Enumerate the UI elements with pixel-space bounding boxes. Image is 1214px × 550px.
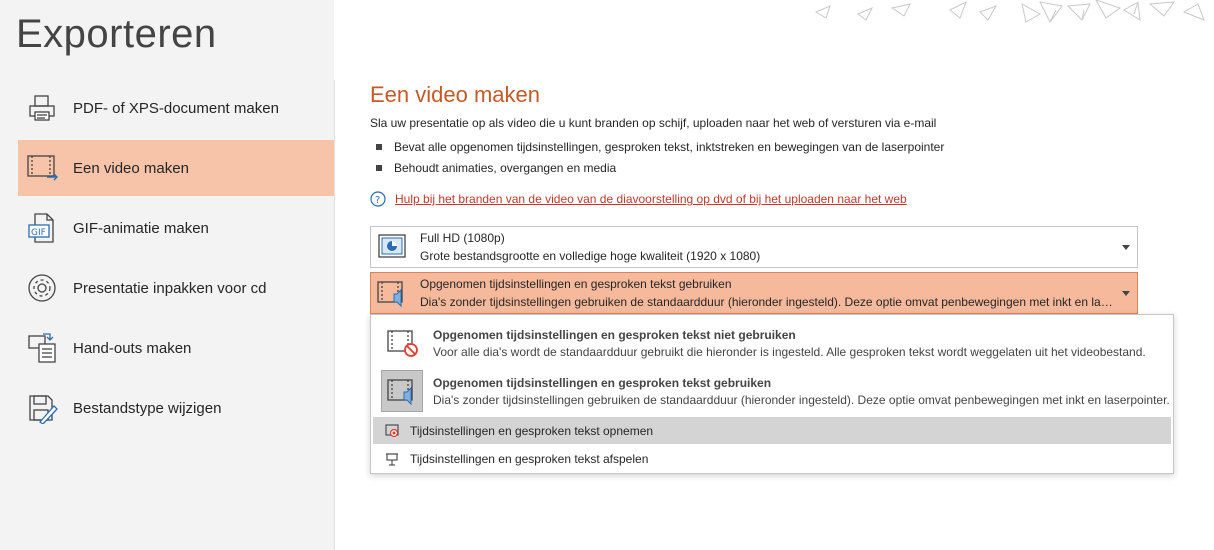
- nav-item-video[interactable]: Een video maken: [18, 140, 334, 196]
- record-icon: [384, 423, 400, 439]
- list-item: Behoudt animaties, overgangen en media: [370, 157, 1200, 178]
- nav-label: Bestandstype wijzigen: [73, 399, 222, 417]
- nav-item-gif[interactable]: GIF GIF-animatie maken: [18, 200, 334, 256]
- bullet-icon: [376, 143, 382, 150]
- nav-item-change-file-type[interactable]: Bestandstype wijzigen: [18, 380, 334, 436]
- page-title: Exporteren: [16, 12, 217, 56]
- option-use-timings[interactable]: Opgenomen tijdsinstellingen en gesproken…: [381, 369, 1171, 413]
- feature-list: Bevat alle opgenomen tijdsinstellingen, …: [370, 136, 1200, 178]
- timing-options-menu: Opgenomen tijdsinstellingen en gesproken…: [370, 314, 1174, 474]
- video-narration-icon: [381, 370, 423, 412]
- gif-icon: GIF: [22, 208, 62, 248]
- decorative-pattern: [814, 0, 1205, 23]
- bullet-icon: [376, 164, 382, 171]
- option-title: Opgenomen tijdsinstellingen en gesproken…: [433, 375, 772, 390]
- help-link[interactable]: Hulp bij het branden van de video van de…: [395, 192, 907, 206]
- nav-label: Presentatie inpakken voor cd: [73, 279, 267, 297]
- description: Sla uw presentatie op als video die u ku…: [370, 116, 937, 130]
- nav-item-pdf-xps[interactable]: PDF- of XPS-document maken: [18, 80, 334, 136]
- dropdown-title: Opgenomen tijdsinstellingen en gesproken…: [420, 277, 732, 291]
- chevron-down-icon: [1115, 244, 1137, 250]
- change-file-type-icon: [22, 388, 62, 428]
- nav-label: GIF-animatie maken: [73, 219, 209, 237]
- list-item: Bevat alle opgenomen tijdsinstellingen, …: [370, 136, 1200, 157]
- video-narration-icon: [374, 275, 410, 311]
- cd-icon: [22, 268, 62, 308]
- export-nav: PDF- of XPS-document maken Een video mak…: [18, 80, 334, 440]
- command-label: Tijdsinstellingen en gesproken tekst afs…: [410, 451, 649, 466]
- command-label: Tijdsinstellingen en gesproken tekst opn…: [410, 423, 654, 438]
- pdf-document-icon: [22, 88, 62, 128]
- quality-dropdown[interactable]: Full HD (1080p) Grote bestandsgrootte en…: [370, 226, 1138, 268]
- svg-text:GIF: GIF: [31, 228, 46, 238]
- dropdown-title: Full HD (1080p): [420, 231, 505, 245]
- dropdown-subtitle: Grote bestandsgrootte en volledige hoge …: [420, 249, 761, 263]
- play-timings-command[interactable]: Tijdsinstellingen en gesproken tekst afs…: [373, 445, 1171, 472]
- chevron-down-icon: [1115, 290, 1137, 296]
- option-subtitle: Voor alle dia's wordt de standaardduur g…: [433, 344, 1146, 359]
- svg-text:?: ?: [375, 195, 380, 206]
- record-timings-command[interactable]: Tijdsinstellingen en gesproken tekst opn…: [373, 417, 1171, 444]
- handouts-icon: [22, 328, 62, 368]
- nav-label: Hand-outs maken: [73, 339, 192, 357]
- presentation-play-icon: [384, 451, 400, 467]
- no-timings-icon: [381, 322, 423, 364]
- pane-divider: [334, 80, 335, 550]
- nav-label: PDF- of XPS-document maken: [73, 99, 279, 117]
- option-subtitle: Dia's zonder tijdsinstellingen gebruiken…: [433, 392, 1170, 407]
- help-icon: ?: [370, 191, 386, 207]
- nav-item-handouts[interactable]: Hand-outs maken: [18, 320, 334, 376]
- video-export-panel: Een video maken Sla uw presentatie op al…: [370, 82, 1200, 207]
- option-title: Opgenomen tijdsinstellingen en gesproken…: [433, 327, 796, 342]
- timing-dropdown[interactable]: Opgenomen tijdsinstellingen en gesproken…: [370, 272, 1138, 314]
- nav-item-package-cd[interactable]: Presentatie inpakken voor cd: [18, 260, 334, 316]
- option-dont-use-timings[interactable]: Opgenomen tijdsinstellingen en gesproken…: [381, 321, 1171, 365]
- dropdown-subtitle: Dia's zonder tijdsinstellingen gebruiken…: [420, 295, 1115, 309]
- video-icon: [22, 148, 62, 188]
- help-row: ? Hulp bij het branden van de video van …: [370, 191, 1200, 207]
- section-title: Een video maken: [370, 82, 540, 107]
- presentation-quality-icon: [374, 229, 410, 265]
- nav-label: Een video maken: [73, 159, 189, 177]
